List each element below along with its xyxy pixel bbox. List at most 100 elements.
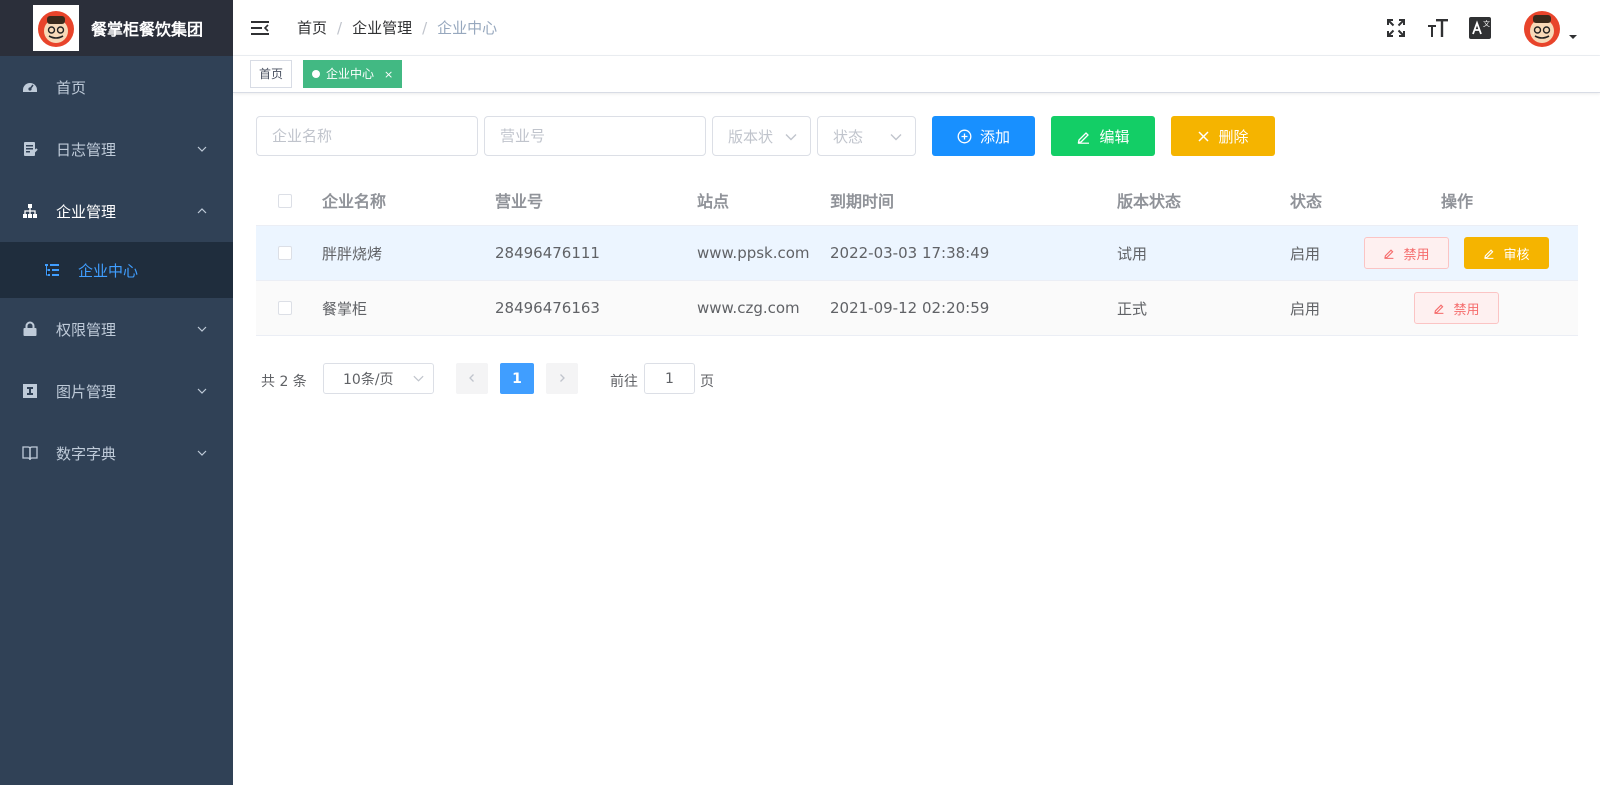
- sidebar-item-home[interactable]: 首页: [0, 56, 233, 118]
- fullscreen-icon[interactable]: [1384, 16, 1408, 40]
- sidebar-item-label: 企业中心: [78, 261, 139, 280]
- enterprise-table: 企业名称 营业号 站点 到期时间 版本状态 状态 操作 胖胖烧烤 2849647…: [256, 175, 1578, 336]
- select-placeholder: 状态: [833, 127, 864, 146]
- tag-label: 首页: [259, 67, 284, 81]
- avatar[interactable]: [1522, 8, 1562, 48]
- chevron-down-icon: [784, 130, 798, 148]
- chevron-down-icon: [197, 320, 207, 338]
- logo: [33, 5, 79, 51]
- cell-site: www.czg.com: [697, 299, 800, 317]
- sidebar-item-enterprise-center[interactable]: 企业中心: [0, 242, 233, 298]
- chevron-down-icon: [889, 130, 903, 148]
- tags-view: 首页 企业中心 ×: [233, 56, 1600, 93]
- logo-bar: 餐掌柜餐饮集团: [0, 0, 233, 56]
- chevron-right-icon: [557, 371, 567, 387]
- breadcrumb-current: 企业中心: [437, 19, 498, 37]
- sidebar-item-label: 数字字典: [56, 444, 117, 463]
- cell-name: 胖胖烧烤: [322, 244, 383, 263]
- plus-circle-icon: [957, 129, 972, 144]
- prev-page-button[interactable]: [456, 363, 488, 394]
- chevron-left-icon: [467, 371, 477, 387]
- pagination-total: 共 2 条: [261, 374, 307, 390]
- license-number-input[interactable]: [484, 116, 706, 156]
- page-size-select[interactable]: 10条/页: [323, 363, 434, 394]
- org-tree-icon: [22, 203, 38, 219]
- book-icon: [22, 445, 38, 461]
- sidebar-item-permissions[interactable]: 权限管理: [0, 298, 233, 360]
- user-menu[interactable]: [1522, 8, 1578, 48]
- sidebar-item-enterprise[interactable]: 企业管理: [0, 180, 233, 242]
- cell-name: 餐掌柜: [322, 299, 368, 318]
- table-header: 企业名称 营业号 站点 到期时间 版本状态 状态 操作: [256, 175, 1578, 226]
- table-row[interactable]: 胖胖烧烤 28496476111 www.ppsk.com 2022-03-03…: [256, 226, 1578, 281]
- select-all-checkbox[interactable]: [278, 194, 292, 208]
- review-button[interactable]: 审核: [1464, 237, 1549, 269]
- table-row[interactable]: 餐掌柜 28496476163 www.czg.com 2021-09-12 0…: [256, 281, 1578, 336]
- image-icon: [22, 383, 38, 399]
- dashboard-icon: [22, 79, 38, 95]
- breadcrumb: 首页 / 企业管理 / 企业中心: [297, 17, 497, 38]
- column-header: 操作: [1441, 192, 1474, 211]
- chevron-up-icon: [197, 202, 207, 220]
- select-placeholder: 版本状: [728, 127, 774, 146]
- close-icon[interactable]: ×: [384, 68, 393, 81]
- page-size-value: 10条/页: [343, 371, 394, 388]
- version-status-select[interactable]: 版本状: [712, 116, 811, 156]
- page-number-current[interactable]: 1: [500, 363, 534, 394]
- sidebar-item-logs[interactable]: 日志管理: [0, 118, 233, 180]
- edit-icon: [1076, 129, 1091, 144]
- translate-icon[interactable]: 文: [1468, 16, 1492, 40]
- font-size-icon[interactable]: [1426, 16, 1450, 40]
- app-title: 餐掌柜餐饮集团: [91, 20, 204, 39]
- cell-license: 28496476111: [495, 244, 600, 262]
- delete-button-label: 删除: [1218, 127, 1249, 146]
- goto-page-input[interactable]: [644, 363, 695, 394]
- hamburger-icon[interactable]: [250, 18, 270, 38]
- header-actions: 文: [1384, 0, 1600, 56]
- next-page-button[interactable]: [546, 363, 578, 394]
- review-button-label: 审核: [1503, 247, 1530, 263]
- sidebar-item-images[interactable]: 图片管理: [0, 360, 233, 422]
- cell-status: 启用: [1290, 244, 1321, 263]
- disable-button-label: 禁用: [1453, 302, 1480, 318]
- add-button-label: 添加: [979, 127, 1010, 146]
- sidebar-item-label: 企业管理: [56, 202, 117, 221]
- cell-status: 启用: [1290, 299, 1321, 318]
- tag-enterprise-center[interactable]: 企业中心 ×: [303, 60, 403, 88]
- chevron-down-icon: [412, 372, 425, 389]
- cell-version: 正式: [1117, 299, 1148, 318]
- chevron-down-icon: [197, 382, 207, 400]
- cell-site: www.ppsk.com: [697, 244, 810, 262]
- chevron-down-icon: [197, 140, 207, 158]
- status-select[interactable]: 状态: [817, 116, 916, 156]
- breadcrumb-item[interactable]: 企业管理: [352, 17, 412, 38]
- chevron-down-icon: [197, 444, 207, 462]
- enterprise-name-input[interactable]: [256, 116, 478, 156]
- column-header: 营业号: [495, 192, 544, 211]
- cell-version: 试用: [1117, 244, 1148, 263]
- row-checkbox[interactable]: [278, 301, 292, 315]
- edit-icon: [1383, 247, 1395, 259]
- edit-icon: [1433, 302, 1445, 314]
- delete-button[interactable]: 删除: [1171, 116, 1275, 156]
- disable-button[interactable]: 禁用: [1364, 237, 1449, 269]
- row-checkbox[interactable]: [278, 246, 292, 260]
- edit-icon: [1483, 247, 1495, 259]
- sidebar-item-label: 权限管理: [56, 320, 117, 339]
- top-navbar: 首页 / 企业管理 / 企业中心 文: [233, 0, 1600, 56]
- add-button[interactable]: 添加: [932, 116, 1035, 156]
- sidebar-item-label: 首页: [56, 78, 87, 97]
- tag-home[interactable]: 首页: [250, 60, 293, 88]
- edit-button[interactable]: 编辑: [1051, 116, 1155, 156]
- column-header: 到期时间: [830, 192, 895, 211]
- lock-icon: [22, 321, 38, 337]
- column-header: 状态: [1290, 192, 1323, 211]
- log-icon: [22, 141, 38, 157]
- disable-button[interactable]: 禁用: [1414, 292, 1499, 324]
- active-dot-icon: [312, 70, 320, 78]
- goto-label: 前往: [610, 374, 638, 390]
- cell-expire: 2021-09-12 02:20:59: [830, 299, 990, 317]
- breadcrumb-item[interactable]: 首页: [297, 17, 327, 38]
- sidebar-item-dictionary[interactable]: 数字字典: [0, 422, 233, 484]
- sidebar: 餐掌柜餐饮集团 首页 日志管理 企业管理 企业中心 权限管理 图片管理 数字字典: [0, 0, 233, 785]
